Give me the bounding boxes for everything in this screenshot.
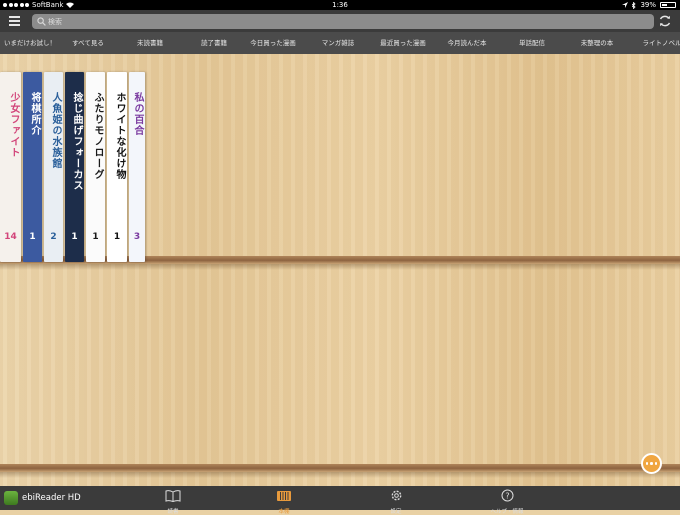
nav-bookshelf[interactable]: 本棚: [254, 487, 314, 515]
book-volume: 1: [65, 232, 84, 242]
menu-icon[interactable]: [9, 16, 20, 26]
book-volume: 14: [0, 232, 21, 242]
book-spine[interactable]: ホワイトな化け物 1: [107, 72, 127, 262]
tab-single-episode[interactable]: 単話配信: [519, 32, 545, 54]
nav-settings[interactable]: 設定: [366, 487, 426, 515]
bottom-bar: ebiReader HD 読書 本棚 設定 ? ヘルプ・情報: [0, 486, 680, 510]
tab-finished[interactable]: 読了書籍: [201, 32, 227, 54]
book-volume: 2: [44, 232, 63, 242]
search-icon: [37, 17, 46, 26]
book-spine[interactable]: 捻じ曲げフォーカス 1: [65, 72, 84, 262]
help-icon: ?: [501, 489, 514, 502]
status-bar: SoftBank 1:36 39%: [0, 0, 680, 10]
book-spine[interactable]: 少女ファイト 14: [0, 72, 21, 262]
nav-read[interactable]: 読書: [143, 487, 203, 515]
tab-light-novel[interactable]: ライトノベル: [643, 32, 680, 54]
book-title: 少女ファイト: [0, 92, 21, 158]
svg-text:?: ?: [505, 491, 509, 500]
battery-icon: [660, 2, 676, 8]
top-bar: [0, 10, 680, 32]
book-title: 私の百合: [129, 92, 145, 136]
book-volume: 1: [23, 232, 42, 242]
category-tabs: いまだけお試し！ すべて見る 未読書籍 読了書籍 今日買った漫画 マンガ雑誌 最…: [0, 32, 680, 54]
app-name: ebiReader HD: [22, 491, 81, 505]
app-logo: [4, 491, 18, 505]
refresh-icon[interactable]: [658, 14, 672, 28]
tab-unread[interactable]: 未読書籍: [137, 32, 163, 54]
search-input[interactable]: [48, 14, 638, 29]
book-icon: [165, 490, 181, 502]
tab-read-this-month[interactable]: 今月読んだ本: [448, 32, 487, 54]
book-title: ホワイトな化け物: [107, 92, 127, 180]
gear-icon: [390, 489, 403, 502]
book-title: 将棋所介: [23, 92, 42, 136]
book-title: 人魚姫の水族館: [44, 92, 63, 169]
shelf-divider: [0, 464, 680, 472]
tab-trial[interactable]: いまだけお試し！: [4, 32, 56, 54]
book-volume: 3: [129, 232, 145, 242]
book-volume: 1: [86, 232, 105, 242]
nav-settings-label: 設定: [366, 507, 426, 515]
nav-help[interactable]: ? ヘルプ・情報: [477, 487, 537, 515]
status-time: 1:36: [0, 0, 680, 10]
book-spine[interactable]: 私の百合 3: [129, 72, 145, 262]
book-volume: 1: [107, 232, 127, 242]
book-spine[interactable]: ふたりモノローグ 1: [86, 72, 105, 262]
book-title: 捻じ曲げフォーカス: [65, 92, 84, 191]
tab-uncategorized[interactable]: 未整理の本: [581, 32, 614, 54]
location-icon: [622, 2, 628, 8]
tab-recently-bought[interactable]: 最近買った漫画: [380, 32, 426, 54]
book-spine[interactable]: 将棋所介 1: [23, 72, 42, 262]
battery-percent: 39%: [640, 0, 656, 10]
more-options-button[interactable]: [641, 453, 662, 474]
nav-help-label: ヘルプ・情報: [477, 507, 537, 515]
tab-manga-magazine[interactable]: マンガ雑誌: [322, 32, 355, 54]
tab-bought-today[interactable]: 今日買った漫画: [250, 32, 296, 54]
search-bar[interactable]: [32, 14, 654, 29]
book-spine[interactable]: 人魚姫の水族館 2: [44, 72, 63, 262]
nav-read-label: 読書: [143, 507, 203, 515]
book-title: ふたりモノローグ: [86, 92, 105, 180]
tab-all[interactable]: すべて見る: [72, 32, 104, 54]
bluetooth-icon: [632, 2, 636, 9]
nav-bookshelf-label: 本棚: [254, 507, 314, 515]
bookshelf-icon: [276, 490, 292, 502]
